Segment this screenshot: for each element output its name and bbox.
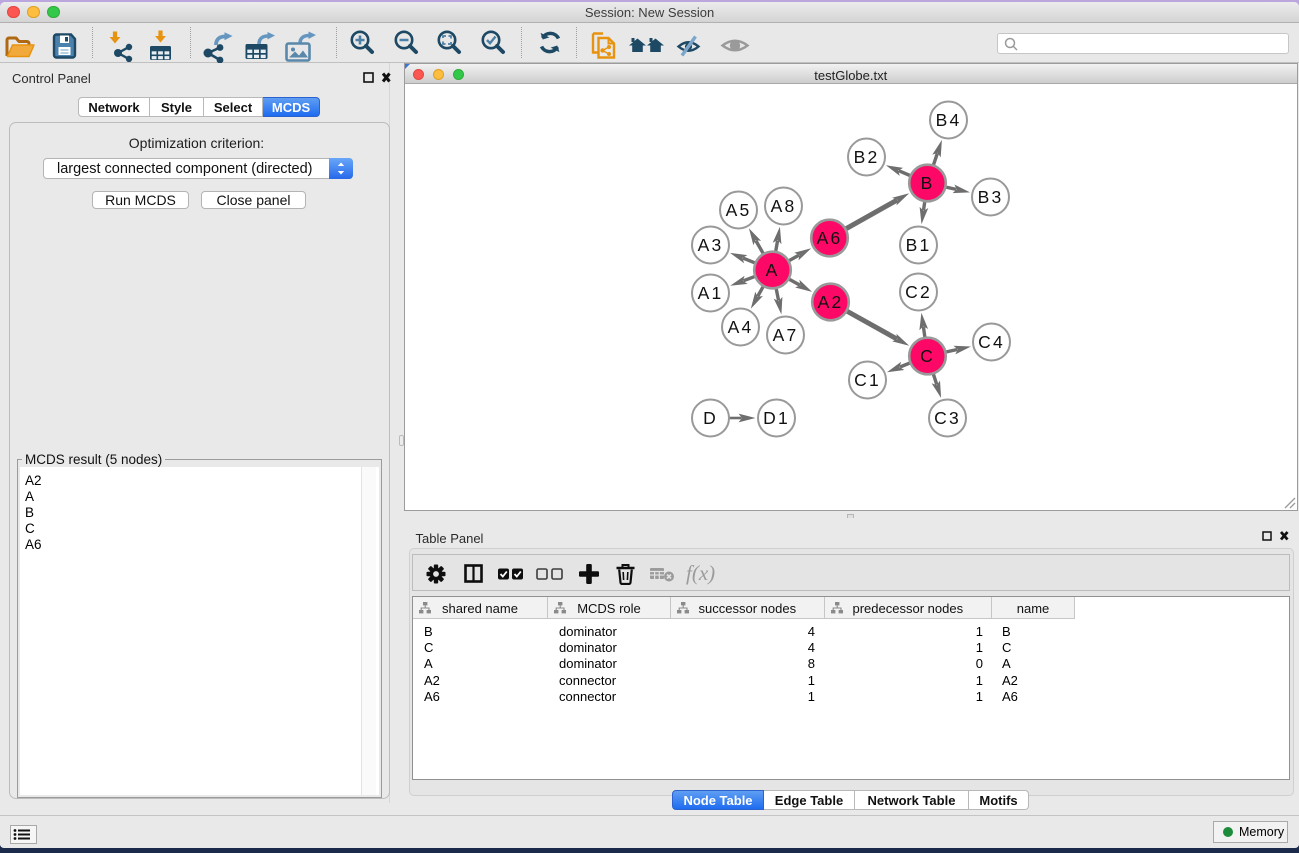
svg-text:B1: B1: [905, 235, 931, 255]
svg-text:C4: C4: [978, 332, 1005, 352]
svg-text:C3: C3: [934, 408, 961, 428]
svg-text:B4: B4: [935, 110, 961, 130]
svg-text:B2: B2: [853, 147, 879, 167]
svg-text:A2: A2: [817, 292, 843, 312]
svg-text:A: A: [765, 260, 779, 280]
svg-text:A8: A8: [770, 196, 796, 216]
svg-text:B: B: [920, 173, 934, 193]
svg-text:A7: A7: [772, 325, 798, 345]
svg-text:C: C: [920, 346, 935, 366]
svg-text:D1: D1: [763, 408, 790, 428]
svg-text:A1: A1: [697, 283, 723, 303]
svg-text:A3: A3: [697, 235, 723, 255]
svg-text:C1: C1: [854, 370, 881, 390]
svg-text:B3: B3: [977, 187, 1003, 207]
svg-text:C2: C2: [905, 282, 932, 302]
svg-text:A5: A5: [725, 200, 751, 220]
svg-text:D: D: [703, 408, 718, 428]
svg-text:A4: A4: [727, 317, 753, 337]
svg-text:A6: A6: [816, 228, 842, 248]
